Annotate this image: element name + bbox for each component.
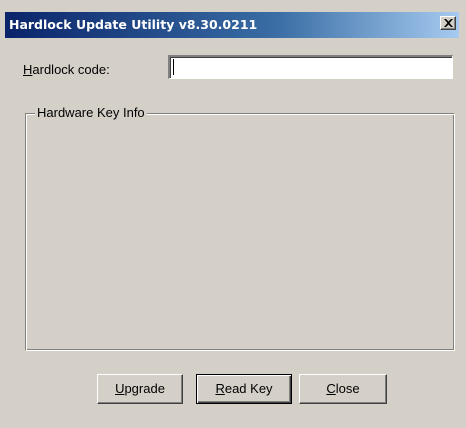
upgrade-button-label: pgrade	[124, 381, 165, 396]
hardlock-code-label: Hardlock code:	[23, 62, 110, 77]
read-key-button[interactable]: Read Key	[196, 374, 292, 404]
read-key-button-accel: R	[215, 381, 225, 396]
hardware-key-info-group	[25, 113, 455, 351]
close-button-label: lose	[335, 381, 360, 396]
hardware-key-info-label: Hardware Key Info	[35, 105, 147, 120]
window-title: Hardlock Update Utility v8.30.0211	[9, 17, 258, 32]
hardlock-code-input[interactable]	[168, 55, 453, 79]
close-icon	[444, 19, 453, 27]
close-button-accel: C	[326, 381, 336, 396]
text-caret	[173, 59, 174, 75]
hardlock-code-label-accel: H	[23, 62, 33, 77]
upgrade-button[interactable]: Upgrade	[97, 374, 183, 404]
hardlock-code-label-text: ardlock code:	[32, 62, 110, 77]
read-key-button-label: ead Key	[224, 381, 273, 396]
title-close-button[interactable]	[440, 16, 456, 30]
title-bar[interactable]: Hardlock Update Utility v8.30.0211	[5, 12, 459, 38]
dialog-window: Hardlock Update Utility v8.30.0211 Hardl…	[0, 0, 466, 428]
close-button[interactable]: Close	[299, 374, 387, 404]
